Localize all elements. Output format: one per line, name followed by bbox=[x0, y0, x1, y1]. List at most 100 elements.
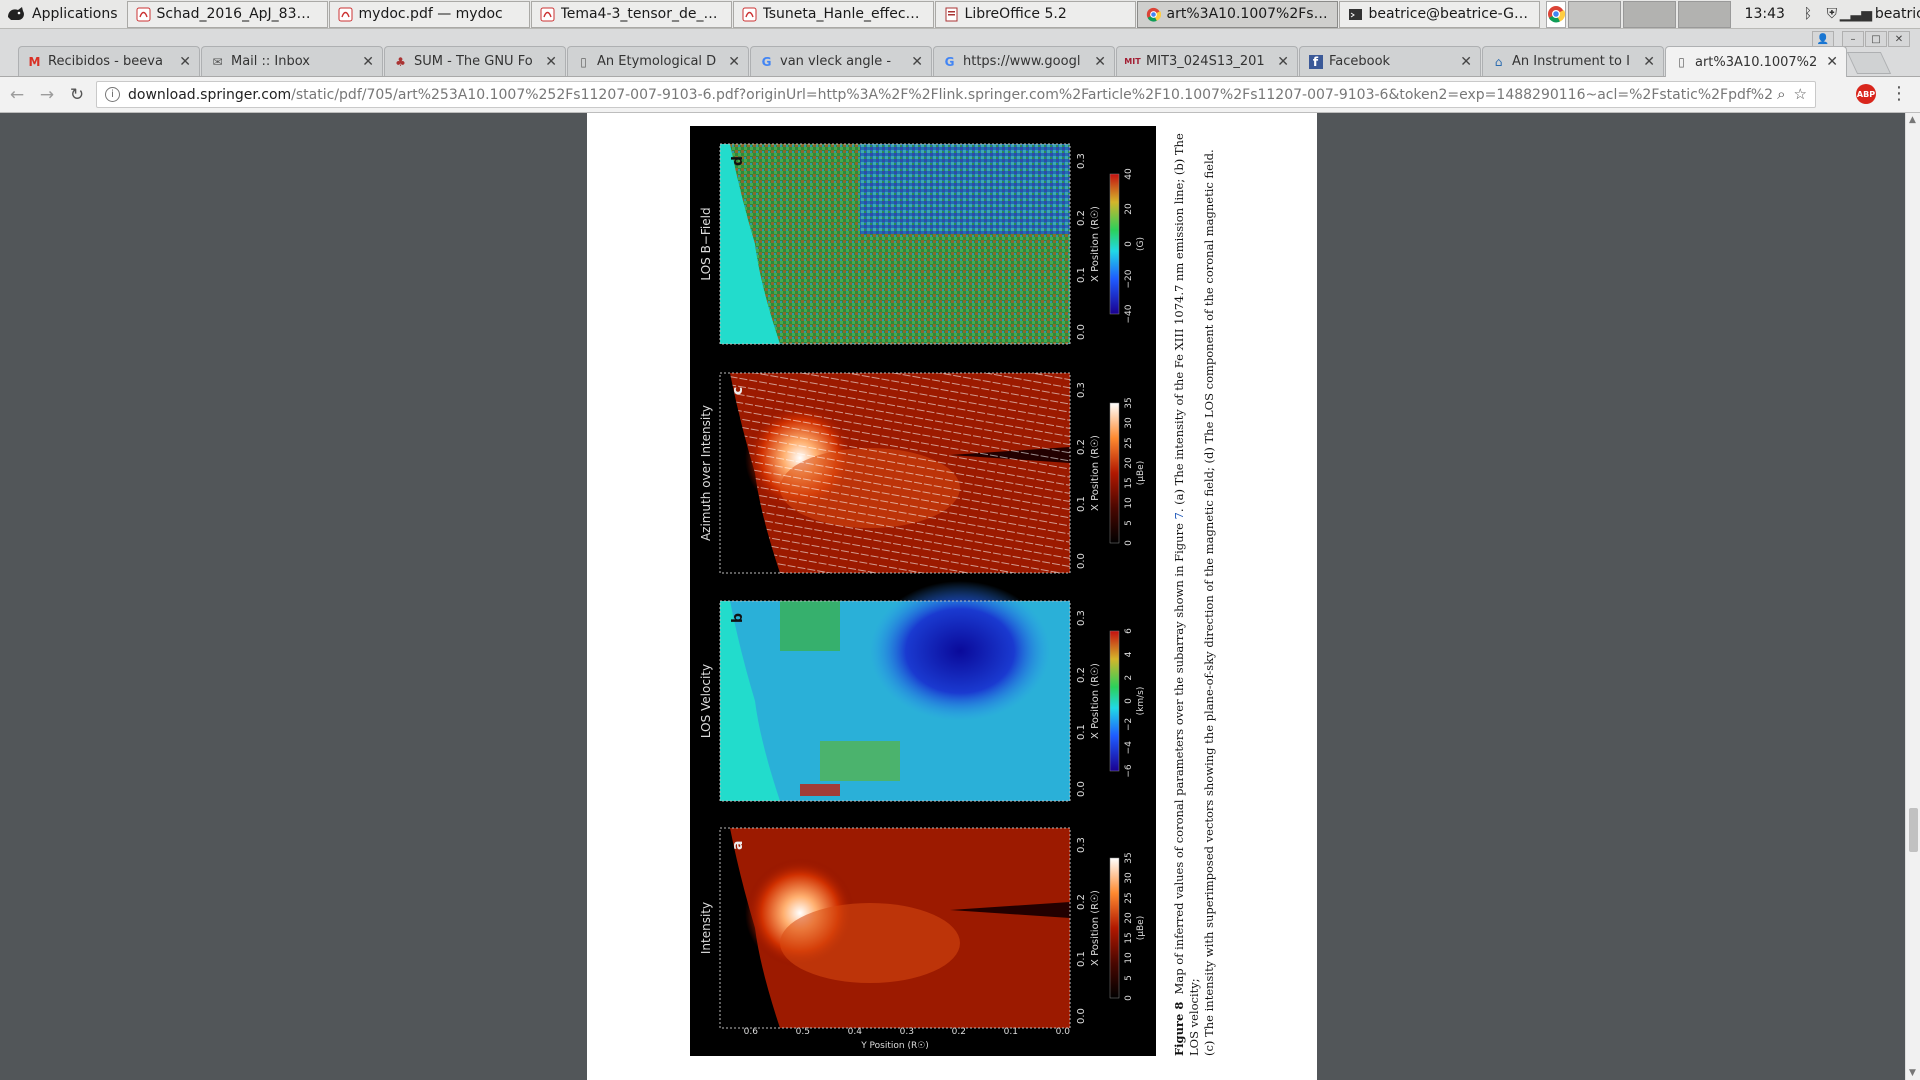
browser-tab-1[interactable]: ✉ Mail :: Inbox ✕ bbox=[201, 46, 383, 76]
close-tab-icon[interactable]: ✕ bbox=[1094, 54, 1106, 70]
browser-tab-2[interactable]: ♣ SUM - The GNU Fo ✕ bbox=[384, 46, 566, 76]
close-tab-icon[interactable]: ✕ bbox=[545, 54, 557, 70]
scroll-up-arrow-icon[interactable]: ▲ bbox=[1909, 115, 1916, 125]
network-signal-icon[interactable]: ▁▃▅ bbox=[1840, 4, 1872, 24]
figure-7-link[interactable]: 7 bbox=[1172, 512, 1186, 519]
browser-tab-0[interactable]: M Recibidos - beeva ✕ bbox=[18, 46, 200, 76]
colorbar bbox=[1109, 630, 1120, 772]
bluetooth-icon[interactable]: ᛒ bbox=[1799, 4, 1817, 24]
browser-tab-5[interactable]: Ghttps://www.googl ✕ bbox=[933, 46, 1115, 76]
x-tick-label: 0.1 bbox=[1076, 724, 1087, 740]
chrome-icon bbox=[1146, 7, 1161, 22]
y-tick-label: 0.6 bbox=[744, 1027, 759, 1037]
back-button[interactable]: ← bbox=[4, 82, 30, 108]
figure-rotated-content: a Intensity 0.0 0.1 0.2 0.3 X Position (R☉) 0 5 1… bbox=[690, 126, 1156, 1056]
colorbar-tick-label: 0 bbox=[1124, 995, 1134, 1001]
taskbar-button-5[interactable]: art%3A10.1007%2Fs11... bbox=[1136, 0, 1338, 28]
colorbar-tick-label: 15 bbox=[1124, 932, 1134, 943]
x-tick-label: 0.1 bbox=[1076, 496, 1087, 512]
clock[interactable]: 13:43 bbox=[1745, 6, 1785, 22]
libreoffice-icon bbox=[944, 7, 959, 22]
close-tab-icon[interactable]: ✕ bbox=[1643, 54, 1655, 70]
adblock-icon[interactable]: ABP bbox=[1856, 84, 1876, 104]
taskbar-button-4[interactable]: LibreOffice 5.2 bbox=[934, 0, 1136, 28]
address-bar[interactable]: i download.springer.com/static/pdf/705/a… bbox=[96, 81, 1816, 108]
bookmark-star-icon[interactable]: ☆ bbox=[1794, 85, 1807, 103]
browser-tab-4[interactable]: Gvan vleck angle - ✕ bbox=[750, 46, 932, 76]
x-tick-label: 0.0 bbox=[1076, 324, 1087, 340]
figure-panel-c: c Azimuth over Intensity 0.0 0.1 0.2 0.3 X Pos… bbox=[699, 372, 1146, 574]
taskbar-button-3[interactable]: Tsuneta_Hanle_effect_c... bbox=[732, 0, 934, 28]
mit-icon: MIT bbox=[1124, 57, 1141, 66]
x-tick-label: 0.1 bbox=[1076, 267, 1087, 283]
close-tab-icon[interactable]: ✕ bbox=[911, 54, 923, 70]
close-tab-icon[interactable]: ✕ bbox=[179, 54, 191, 70]
close-tab-icon[interactable]: ✕ bbox=[362, 54, 374, 70]
colorbar-tick-label: 20 bbox=[1124, 457, 1134, 469]
page-icon: ▯ bbox=[1678, 55, 1685, 69]
chrome-menu-icon[interactable]: ⋮ bbox=[1890, 83, 1908, 104]
close-tab-icon[interactable]: ✕ bbox=[1826, 54, 1838, 70]
taskbar-button-0[interactable]: Schad_2016_ApJ_833_5... bbox=[126, 0, 328, 28]
panel-title: Azimuth over Intensity bbox=[699, 405, 713, 541]
gmail-icon: M bbox=[28, 54, 41, 69]
browser-tab-title: Recibidos - beeva bbox=[48, 54, 163, 69]
close-window-button[interactable]: ✕ bbox=[1888, 31, 1910, 47]
minimize-button[interactable]: – bbox=[1842, 31, 1864, 47]
scroll-down-arrow-icon[interactable]: ▼ bbox=[1909, 1068, 1916, 1078]
close-tab-icon[interactable]: ✕ bbox=[728, 54, 740, 70]
new-tab-button[interactable] bbox=[1846, 52, 1892, 74]
gnu-icon: ♣ bbox=[395, 54, 406, 69]
blueshift-region bbox=[870, 581, 1050, 721]
profile-icon[interactable]: 👤 bbox=[1812, 31, 1834, 47]
close-tab-icon[interactable]: ✕ bbox=[1460, 54, 1472, 70]
x-tick-label: 0.3 bbox=[1076, 153, 1087, 169]
x-tick-label: 0.0 bbox=[1076, 781, 1087, 797]
url-host: download.springer.com bbox=[128, 86, 292, 103]
instrument-icon: ⌂ bbox=[1494, 54, 1503, 69]
scrollbar-thumb[interactable] bbox=[1909, 808, 1918, 852]
pdf-icon bbox=[742, 7, 757, 22]
user-menu[interactable]: beatrice bbox=[1875, 6, 1920, 22]
browser-tab-7[interactable]: f Facebook ✕ bbox=[1299, 46, 1481, 76]
colorbar-tick-label: −4 bbox=[1124, 741, 1134, 755]
colorbar-tick-label: 2 bbox=[1124, 675, 1134, 681]
colorbar bbox=[1109, 857, 1120, 999]
shield-icon[interactable]: ⛨ bbox=[1823, 4, 1841, 24]
reload-button[interactable]: ↻ bbox=[64, 82, 90, 108]
applications-menu-button[interactable]: Applications bbox=[0, 0, 126, 29]
browser-tab-3[interactable]: ▯ An Etymological D ✕ bbox=[567, 46, 749, 76]
browser-tab-title: https://www.googl bbox=[963, 54, 1081, 69]
google-icon: G bbox=[944, 54, 955, 69]
google-icon: G bbox=[761, 54, 772, 69]
y-tick-label: 0.3 bbox=[900, 1027, 914, 1037]
browser-tab-6[interactable]: MIT MIT3_024S13_201 ✕ bbox=[1116, 46, 1298, 76]
figure-caption-text: Figure 8 Map of inferred values of coron… bbox=[1172, 126, 1216, 1056]
maximize-button[interactable]: □ bbox=[1865, 31, 1887, 47]
page-icon: ▯ bbox=[580, 54, 587, 69]
taskbar-button-6[interactable]: beatrice@beatrice-GL5... bbox=[1338, 0, 1540, 28]
workspace-1[interactable] bbox=[1567, 0, 1621, 28]
window-controls: – □ ✕ bbox=[1842, 31, 1910, 47]
taskbar: Schad_2016_ApJ_833_5... mydoc.pdf — mydoc… bbox=[126, 0, 1540, 28]
workspace-3[interactable] bbox=[1677, 0, 1731, 28]
taskbar-button-1[interactable]: mydoc.pdf — mydoc bbox=[328, 0, 530, 28]
panel-letter: b bbox=[730, 613, 746, 623]
zoom-icon[interactable]: ⌕ bbox=[1777, 85, 1785, 103]
x-tick-label: 0.0 bbox=[1076, 1008, 1087, 1024]
colorbar bbox=[1109, 173, 1120, 315]
browser-tab-8[interactable]: ⌂ An Instrument to I ✕ bbox=[1482, 46, 1664, 76]
workspace-2[interactable] bbox=[1622, 0, 1676, 28]
site-info-icon[interactable]: i bbox=[105, 87, 120, 102]
browser-tab-9[interactable]: ▯ art%3A10.1007%2 ✕ bbox=[1665, 46, 1847, 77]
taskbar-button-2[interactable]: Tema4-3_tensor_de_pol... bbox=[530, 0, 732, 28]
applications-label: Applications bbox=[32, 6, 118, 22]
workspace-pager[interactable] bbox=[1567, 0, 1731, 28]
caption-line1-start: Map of inferred values of coronal parame… bbox=[1172, 523, 1186, 995]
chrome-launcher-button[interactable] bbox=[1545, 0, 1566, 28]
taskbar-button-label: art%3A10.1007%2Fs11... bbox=[1166, 6, 1329, 22]
close-tab-icon[interactable]: ✕ bbox=[1277, 54, 1289, 70]
x-tick-label: 0.2 bbox=[1076, 210, 1087, 226]
forward-button[interactable]: → bbox=[34, 82, 60, 108]
vertical-scrollbar[interactable]: ▲ ▼ bbox=[1905, 113, 1920, 1080]
